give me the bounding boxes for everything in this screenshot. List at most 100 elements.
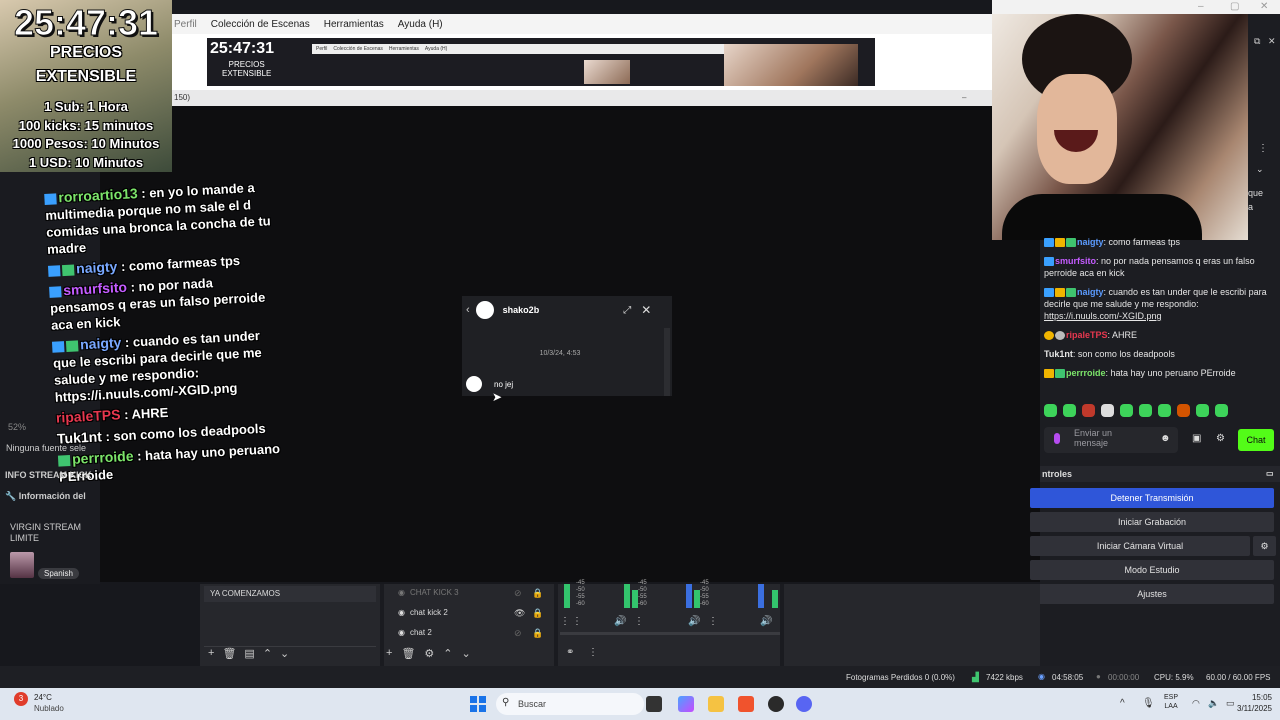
emote-icon[interactable] bbox=[1063, 404, 1076, 417]
menu-scene-collection[interactable]: Colección de Escenas bbox=[211, 19, 310, 30]
down-icon[interactable]: ⌄ bbox=[280, 647, 289, 660]
mic-icon[interactable] bbox=[1054, 433, 1060, 444]
gear-icon[interactable]: ⚙ bbox=[1216, 433, 1225, 444]
source-item[interactable]: ◉ chat 2 bbox=[398, 628, 432, 637]
trash-icon[interactable]: 🗑 bbox=[222, 647, 236, 660]
down-icon[interactable]: ⌄ bbox=[462, 647, 471, 660]
brave-icon[interactable] bbox=[738, 696, 754, 712]
more-icon[interactable]: ⋮ bbox=[1258, 143, 1268, 154]
dock-menu-icon[interactable]: ▭ bbox=[1266, 466, 1274, 482]
mic-icon[interactable]: 🎙 bbox=[1142, 698, 1155, 709]
emote-icon[interactable] bbox=[1101, 404, 1114, 417]
chat-input[interactable]: Enviar un mensaje bbox=[1044, 427, 1178, 453]
emote-icon[interactable] bbox=[1139, 404, 1152, 417]
chat-send-button[interactable]: Chat bbox=[1238, 429, 1274, 451]
dm-header: ‹ shako2b ⤢ ✕ bbox=[462, 296, 672, 324]
source-item[interactable]: ◉ chat kick 2 bbox=[398, 608, 448, 617]
scene-item[interactable]: YA COMENZAMOS bbox=[204, 586, 376, 602]
start-virtual-camera-button[interactable]: Iniciar Cámara Virtual bbox=[1030, 536, 1250, 556]
start-recording-button[interactable]: Iniciar Grabación bbox=[1030, 512, 1274, 532]
eye-hidden-icon[interactable]: ⊘ bbox=[514, 588, 522, 599]
back-icon[interactable]: ‹ bbox=[466, 304, 470, 316]
trash-icon[interactable]: 🗑 bbox=[401, 647, 415, 660]
up-icon[interactable]: ⌃ bbox=[263, 647, 272, 660]
copilot-icon[interactable] bbox=[678, 696, 694, 712]
minimize-icon[interactable]: – bbox=[1198, 1, 1204, 12]
expand-icon[interactable]: ⤢ bbox=[623, 305, 631, 316]
gear-icon[interactable]: ⚙ bbox=[424, 647, 434, 660]
category-thumbnail bbox=[10, 552, 34, 578]
speaker-icon[interactable]: 🔊 bbox=[688, 616, 700, 627]
chat-line: perrroide : hata hay uno peruano PErroid… bbox=[57, 441, 281, 485]
lock-icon[interactable]: 🔒 bbox=[532, 628, 543, 639]
task-view-icon[interactable] bbox=[646, 696, 662, 712]
more-icon[interactable]: ⋮ bbox=[588, 647, 598, 658]
lock-icon[interactable]: 🔒 bbox=[532, 608, 543, 619]
chevron-up-icon[interactable]: ^ bbox=[1120, 698, 1125, 709]
settings-button[interactable]: Ajustes bbox=[1030, 584, 1274, 604]
speaker-icon[interactable]: 🔊 bbox=[760, 616, 772, 627]
obs-icon[interactable] bbox=[768, 696, 784, 712]
more-icon[interactable]: ⋮ bbox=[572, 616, 582, 627]
search-icon: ⚲ bbox=[502, 697, 510, 708]
close-icon[interactable]: ✕ bbox=[1260, 1, 1268, 12]
emote-icon[interactable] bbox=[1196, 404, 1209, 417]
weather-desc[interactable]: Nublado bbox=[34, 704, 64, 713]
volume-icon[interactable]: 🔈 bbox=[1208, 698, 1219, 709]
menu-tools[interactable]: Herramientas bbox=[324, 19, 384, 30]
dm-popup: ‹ shako2b ⤢ ✕ 10/3/24, 4:53 no jej bbox=[462, 296, 672, 396]
studio-mode-button[interactable]: Modo Estudio bbox=[1030, 560, 1274, 580]
more-icon[interactable]: ⋮ bbox=[560, 616, 570, 627]
up-icon[interactable]: ⌃ bbox=[443, 647, 452, 660]
windows-start-icon[interactable] bbox=[470, 696, 486, 712]
taskbar-search[interactable]: Buscar bbox=[496, 693, 644, 715]
info-item[interactable]: 🔧 Información del bbox=[5, 491, 86, 502]
store-icon[interactable]: ▣ bbox=[1192, 433, 1201, 444]
emote-icon[interactable] bbox=[1177, 404, 1190, 417]
emote-icon[interactable] bbox=[1120, 404, 1133, 417]
emote-icon[interactable] bbox=[1082, 404, 1095, 417]
discord-icon[interactable] bbox=[796, 696, 812, 712]
chat-link[interactable]: https://i.nuuls.com/-XGID.png bbox=[1044, 311, 1162, 321]
emote-icon[interactable] bbox=[1215, 404, 1228, 417]
eye-hidden-icon[interactable]: ⊘ bbox=[514, 628, 522, 639]
weather-temp[interactable]: 24°C bbox=[34, 693, 52, 702]
meter-scale: -45 -50 -55 -60 bbox=[576, 580, 585, 607]
virtual-camera-settings-button[interactable]: ⚙ bbox=[1253, 536, 1276, 556]
file-explorer-icon[interactable] bbox=[708, 696, 724, 712]
bitrate: 7422 kbps bbox=[986, 673, 1023, 682]
wifi-icon[interactable]: ◠ bbox=[1192, 698, 1200, 709]
chevron-down-icon[interactable]: ⌄ bbox=[1256, 164, 1264, 175]
lock-icon[interactable]: 🔒 bbox=[532, 588, 543, 599]
language-indicator[interactable]: ESP LAA bbox=[1164, 693, 1178, 711]
collapse-icon[interactable]: – bbox=[962, 90, 966, 106]
menu-profile[interactable]: Perfil bbox=[174, 19, 197, 30]
link-icon[interactable]: ⚭ bbox=[566, 647, 574, 658]
maximize-icon[interactable]: ▢ bbox=[1230, 1, 1239, 12]
eye-icon[interactable]: 👁 bbox=[514, 608, 525, 619]
emoji-icon[interactable]: ☻ bbox=[1160, 433, 1171, 444]
emote-icon[interactable] bbox=[1158, 404, 1171, 417]
mixer-scrollbar[interactable] bbox=[560, 632, 780, 635]
source-type-icon: ◉ bbox=[398, 588, 405, 597]
add-icon[interactable]: + bbox=[386, 647, 392, 660]
more-icon[interactable]: ⋮ bbox=[634, 616, 644, 627]
dock-divider bbox=[780, 584, 784, 666]
menu-help[interactable]: Ayuda (H) bbox=[398, 19, 443, 30]
stop-stream-button[interactable]: Detener Transmisión bbox=[1030, 488, 1274, 508]
popout-icon[interactable]: ⧉ bbox=[1254, 36, 1260, 47]
nested-timer: 25:47:31 bbox=[210, 40, 275, 57]
add-icon[interactable]: + bbox=[208, 647, 214, 660]
close-icon[interactable]: ✕ bbox=[641, 303, 651, 317]
webcam-face bbox=[1037, 74, 1117, 184]
stream-live-icon: ◉ bbox=[1038, 672, 1045, 681]
more-icon[interactable]: ⋮ bbox=[708, 616, 718, 627]
clock-date[interactable]: 3/11/2025 bbox=[1222, 704, 1272, 713]
close-icon[interactable]: ✕ bbox=[1268, 36, 1276, 47]
speaker-icon[interactable]: 🔊 bbox=[614, 616, 626, 627]
dm-scrollbar[interactable] bbox=[664, 328, 670, 396]
filter-icon[interactable]: ▤ bbox=[244, 647, 254, 660]
clock-time[interactable]: 15:05 bbox=[1226, 693, 1272, 702]
source-item[interactable]: ◉ CHAT KICK 3 bbox=[398, 588, 459, 597]
emote-icon[interactable] bbox=[1044, 404, 1057, 417]
